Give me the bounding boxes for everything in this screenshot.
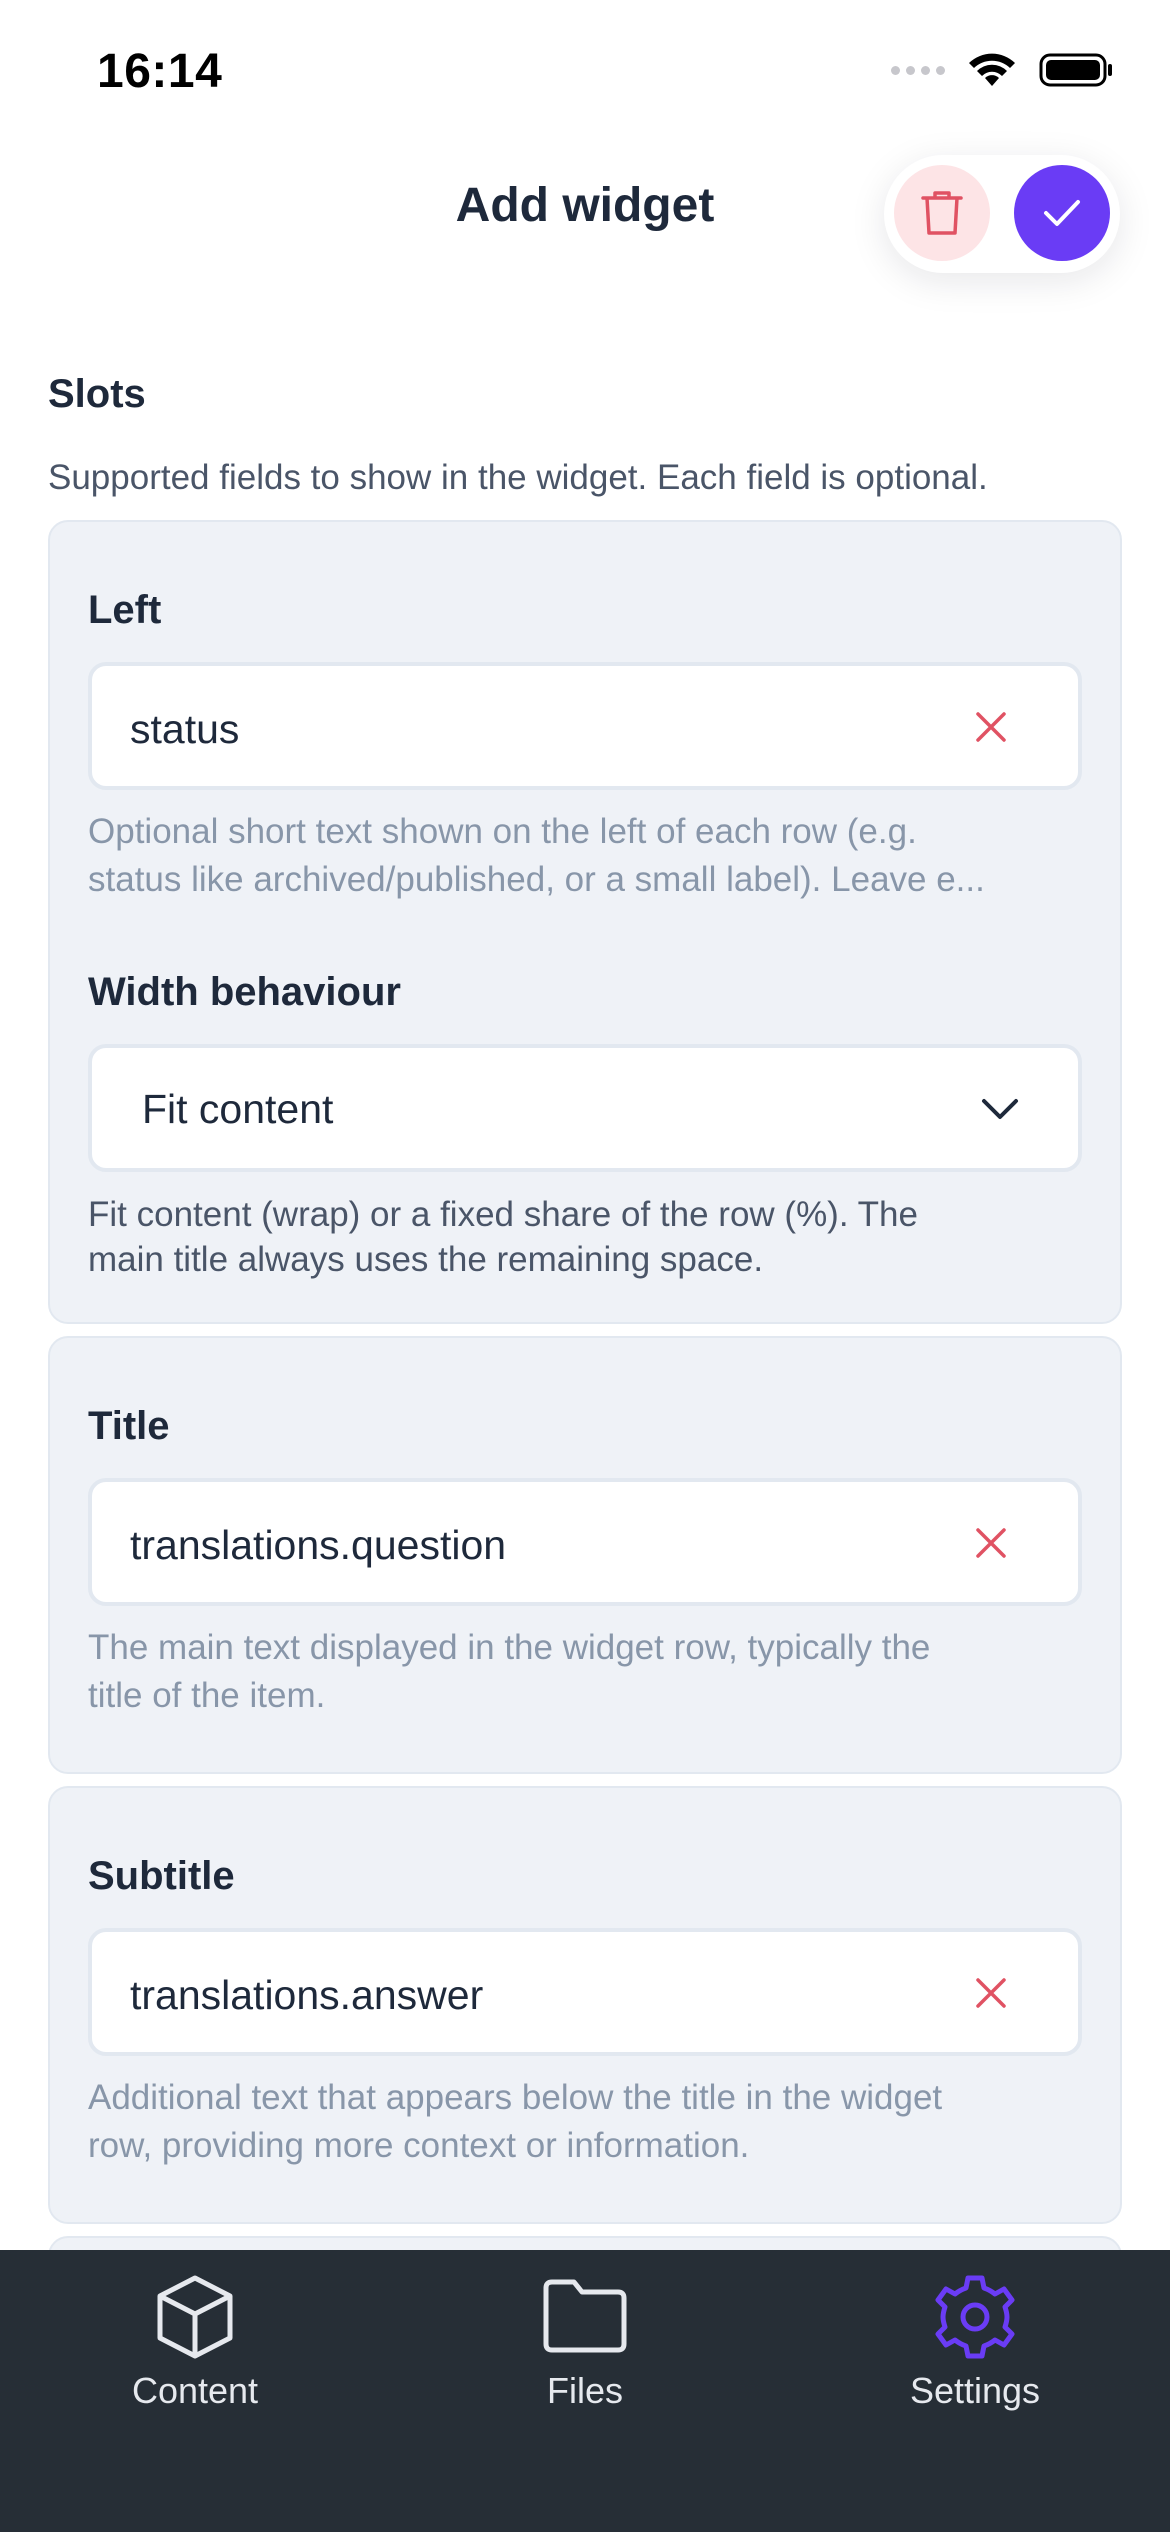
subtitle-slot-value: translations.answer [130, 1972, 484, 2018]
clear-icon[interactable] [974, 710, 1008, 744]
section-title: Slots [48, 372, 146, 416]
header-actions [884, 155, 1120, 273]
subtitle-slot-card: Subtitle translations.answer Additional … [48, 1786, 1122, 2224]
subtitle-slot-helper: Additional text that appears below the t… [88, 2074, 1088, 2170]
left-slot-value: status [130, 706, 240, 752]
width-behaviour-label: Width behaviour [88, 970, 401, 1014]
header: Add widget [0, 150, 1170, 273]
title-slot-label: Title [88, 1404, 170, 1448]
status-icons [891, 52, 1115, 88]
section-description: Supported fields to show in the widget. … [48, 458, 988, 497]
left-slot-helper-line-1: Optional short text shown on the left of… [88, 812, 917, 851]
wifi-icon [969, 53, 1015, 86]
tab-label: Settings [909, 2370, 1041, 2411]
cube-icon [157, 2275, 233, 2359]
chevron-down-icon [982, 1099, 1018, 1119]
battery-icon [1039, 53, 1112, 87]
subtitle-slot-label: Subtitle [88, 1854, 235, 1898]
title-slot-card: Title translations.question The main tex… [48, 1336, 1122, 1774]
left-slot-helper: Optional short text shown on the left of… [88, 808, 1088, 904]
left-slot-field[interactable]: status [88, 662, 1082, 790]
subtitle-helper-line-1: Additional text that appears below the t… [88, 2078, 943, 2117]
width-behaviour-helper: Fit content (wrap) or a fixed share of t… [88, 1192, 1088, 1282]
left-slot-helper-line-2: status like archived/published, or a sma… [88, 860, 985, 899]
status-time: 16:14 [97, 45, 223, 98]
title-helper-line-2: title of the item. [88, 1676, 326, 1715]
tab-files[interactable]: Files [435, 2272, 735, 2452]
title-slot-field[interactable]: translations.question [88, 1478, 1082, 1606]
title-slot-helper: The main text displayed in the widget ro… [88, 1624, 1088, 1720]
clear-icon[interactable] [974, 1526, 1008, 1560]
delete-button[interactable] [894, 165, 990, 261]
clear-icon[interactable] [974, 1976, 1008, 2010]
gear-icon [935, 2275, 1015, 2359]
status-bar: 16:14 [0, 0, 1170, 130]
tab-content[interactable]: Content [45, 2272, 345, 2452]
subtitle-slot-field[interactable]: translations.answer [88, 1928, 1082, 2056]
tab-settings[interactable]: Settings [825, 2272, 1125, 2452]
width-helper-line-2: main title always uses the remaining spa… [88, 1240, 764, 1279]
subtitle-helper-line-2: row, providing more context or informati… [88, 2126, 750, 2165]
cellular-signal-icon [891, 65, 945, 75]
left-slot-label: Left [88, 588, 162, 632]
check-icon [1044, 200, 1080, 226]
title-slot-value: translations.question [130, 1522, 507, 1568]
width-helper-line-1: Fit content (wrap) or a fixed share of t… [88, 1195, 918, 1234]
left-slot-card: Left status Optional short text shown on… [48, 520, 1122, 1324]
title-helper-line-1: The main text displayed in the widget ro… [88, 1628, 931, 1667]
confirm-button[interactable] [1014, 165, 1110, 261]
trash-icon [921, 191, 963, 235]
tab-label: Files [546, 2370, 623, 2411]
width-behaviour-value: Fit content [142, 1086, 334, 1132]
tab-label: Content [131, 2370, 259, 2411]
folder-icon [543, 2279, 627, 2353]
width-behaviour-select[interactable]: Fit content [88, 1044, 1082, 1172]
tab-bar: Content Files Settings [0, 2250, 1170, 2532]
